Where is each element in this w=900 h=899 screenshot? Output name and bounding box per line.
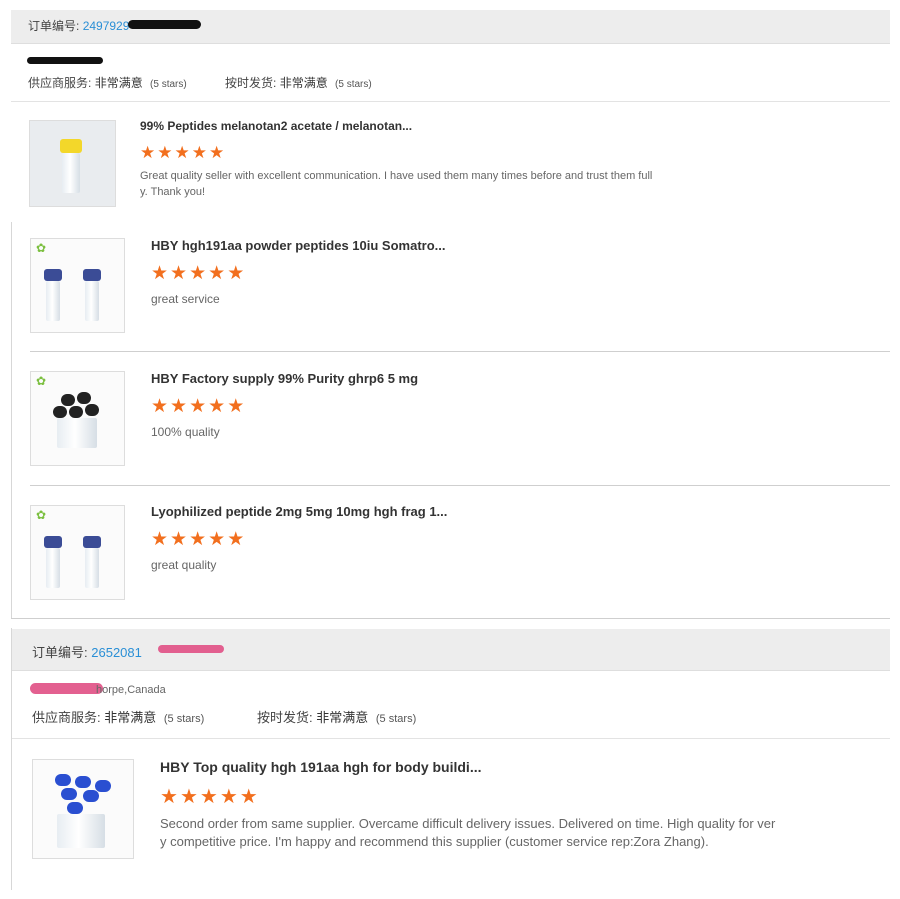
shipping-label: 按时发货: [225,76,277,90]
supplier-service-stars: (5 stars) [150,79,187,90]
review-line: y competitive price. I'm happy and recom… [160,834,709,849]
supplier-service-value: 非常满意 [104,710,157,725]
review-text: Second order from same supplier. Overcam… [160,815,860,851]
product-image[interactable] [32,759,134,859]
star-icon: ★ [208,396,226,417]
supplier-service-label: 供应商服务: [32,710,101,725]
order-number-label: 订单编号: [28,19,80,33]
product-image[interactable]: ✿ [30,238,125,333]
review-text: Great quality seller with excellent comm… [140,168,720,200]
product-image[interactable]: ✿ [30,371,125,466]
buyer-location: horpe,Canada [96,684,166,696]
star-icon: ★ [209,143,225,162]
product-title[interactable]: HBY hgh191aa powder peptides 10iu Somatr… [151,238,446,253]
star-icon: ★ [199,786,218,808]
order-number-label: 订单编号: [32,645,88,660]
order-number-row: 订单编号: 2497929 [28,17,129,34]
shipping-rating: 按时发货: 非常满意 (5 stars) [257,707,416,726]
divider [30,351,890,352]
supplier-service-rating: 供应商服务: 非常满意 (5 stars) [32,707,204,726]
supplier-service-value: 非常满意 [94,76,143,90]
supplier-service-stars: (5 stars) [163,713,205,725]
order-header-bar [12,629,890,671]
review-text: great quality [151,558,217,572]
product-title[interactable]: HBY Top quality hgh 191aa hgh for body b… [160,759,482,775]
star-icon: ★ [189,263,207,284]
supplier-service-label: 供应商服务: [28,76,92,90]
star-icon: ★ [189,529,207,550]
divider [12,738,890,739]
star-icon: ★ [208,263,226,284]
divider [11,618,890,619]
product-image[interactable]: ✿ [30,505,125,600]
rating-stars: ★ ★ ★ ★ ★ [151,397,244,416]
section-border [11,222,12,619]
review-line: y. Thank you! [140,186,206,198]
star-icon: ★ [170,529,188,550]
review-text: 100% quality [151,425,220,439]
order-number-link[interactable]: 2497929 [83,19,130,33]
product-title[interactable]: Lyophilized peptide 2mg 5mg 10mg hgh fra… [151,504,447,519]
order-number-row: 订单编号: 2652081 [32,642,142,661]
star-icon: ★ [227,529,245,550]
rating-stars: ★ ★ ★ ★ ★ [140,144,224,161]
star-icon: ★ [140,143,156,162]
star-icon: ★ [151,263,169,284]
star-icon: ★ [179,786,198,808]
star-icon: ★ [160,786,178,808]
star-icon: ★ [219,786,238,808]
product-image[interactable] [29,120,116,207]
shipping-value: 非常满意 [279,76,328,90]
redaction-mark [27,57,103,64]
review-line: Second order from same supplier. Overcam… [160,816,776,831]
redaction-mark [158,645,224,653]
divider [11,101,890,102]
star-icon: ★ [151,529,169,550]
review-line: Great quality seller with excellent comm… [140,170,653,182]
star-icon: ★ [170,396,188,417]
supplier-service-rating: 供应商服务: 非常满意 (5 stars) [28,74,187,91]
review-text: great service [151,292,220,306]
star-icon: ★ [227,263,245,284]
shipping-stars: (5 stars) [375,713,417,725]
rating-stars: ★ ★ ★ ★ ★ [151,264,244,283]
star-icon: ★ [174,143,190,162]
shipping-label: 按时发货: [257,710,313,725]
rating-stars: ★ ★ ★ ★ ★ [151,530,244,549]
star-icon: ★ [227,396,245,417]
star-icon: ★ [208,529,226,550]
star-icon: ★ [151,396,169,417]
star-icon: ★ [191,143,207,162]
product-title[interactable]: HBY Factory supply 99% Purity ghrp6 5 mg [151,371,418,386]
rating-stars: ★ ★ ★ ★ ★ [160,787,258,807]
divider [30,485,890,486]
shipping-rating: 按时发货: 非常满意 (5 stars) [225,74,372,91]
order-number-link[interactable]: 2652081 [91,645,142,660]
star-icon: ★ [239,786,258,808]
shipping-value: 非常满意 [316,710,369,725]
redaction-mark [128,20,201,29]
redaction-mark [30,683,103,694]
product-title[interactable]: 99% Peptides melanotan2 acetate / melano… [140,119,412,133]
star-icon: ★ [170,263,188,284]
star-icon: ★ [189,396,207,417]
star-icon: ★ [157,143,173,162]
shipping-stars: (5 stars) [335,79,372,90]
